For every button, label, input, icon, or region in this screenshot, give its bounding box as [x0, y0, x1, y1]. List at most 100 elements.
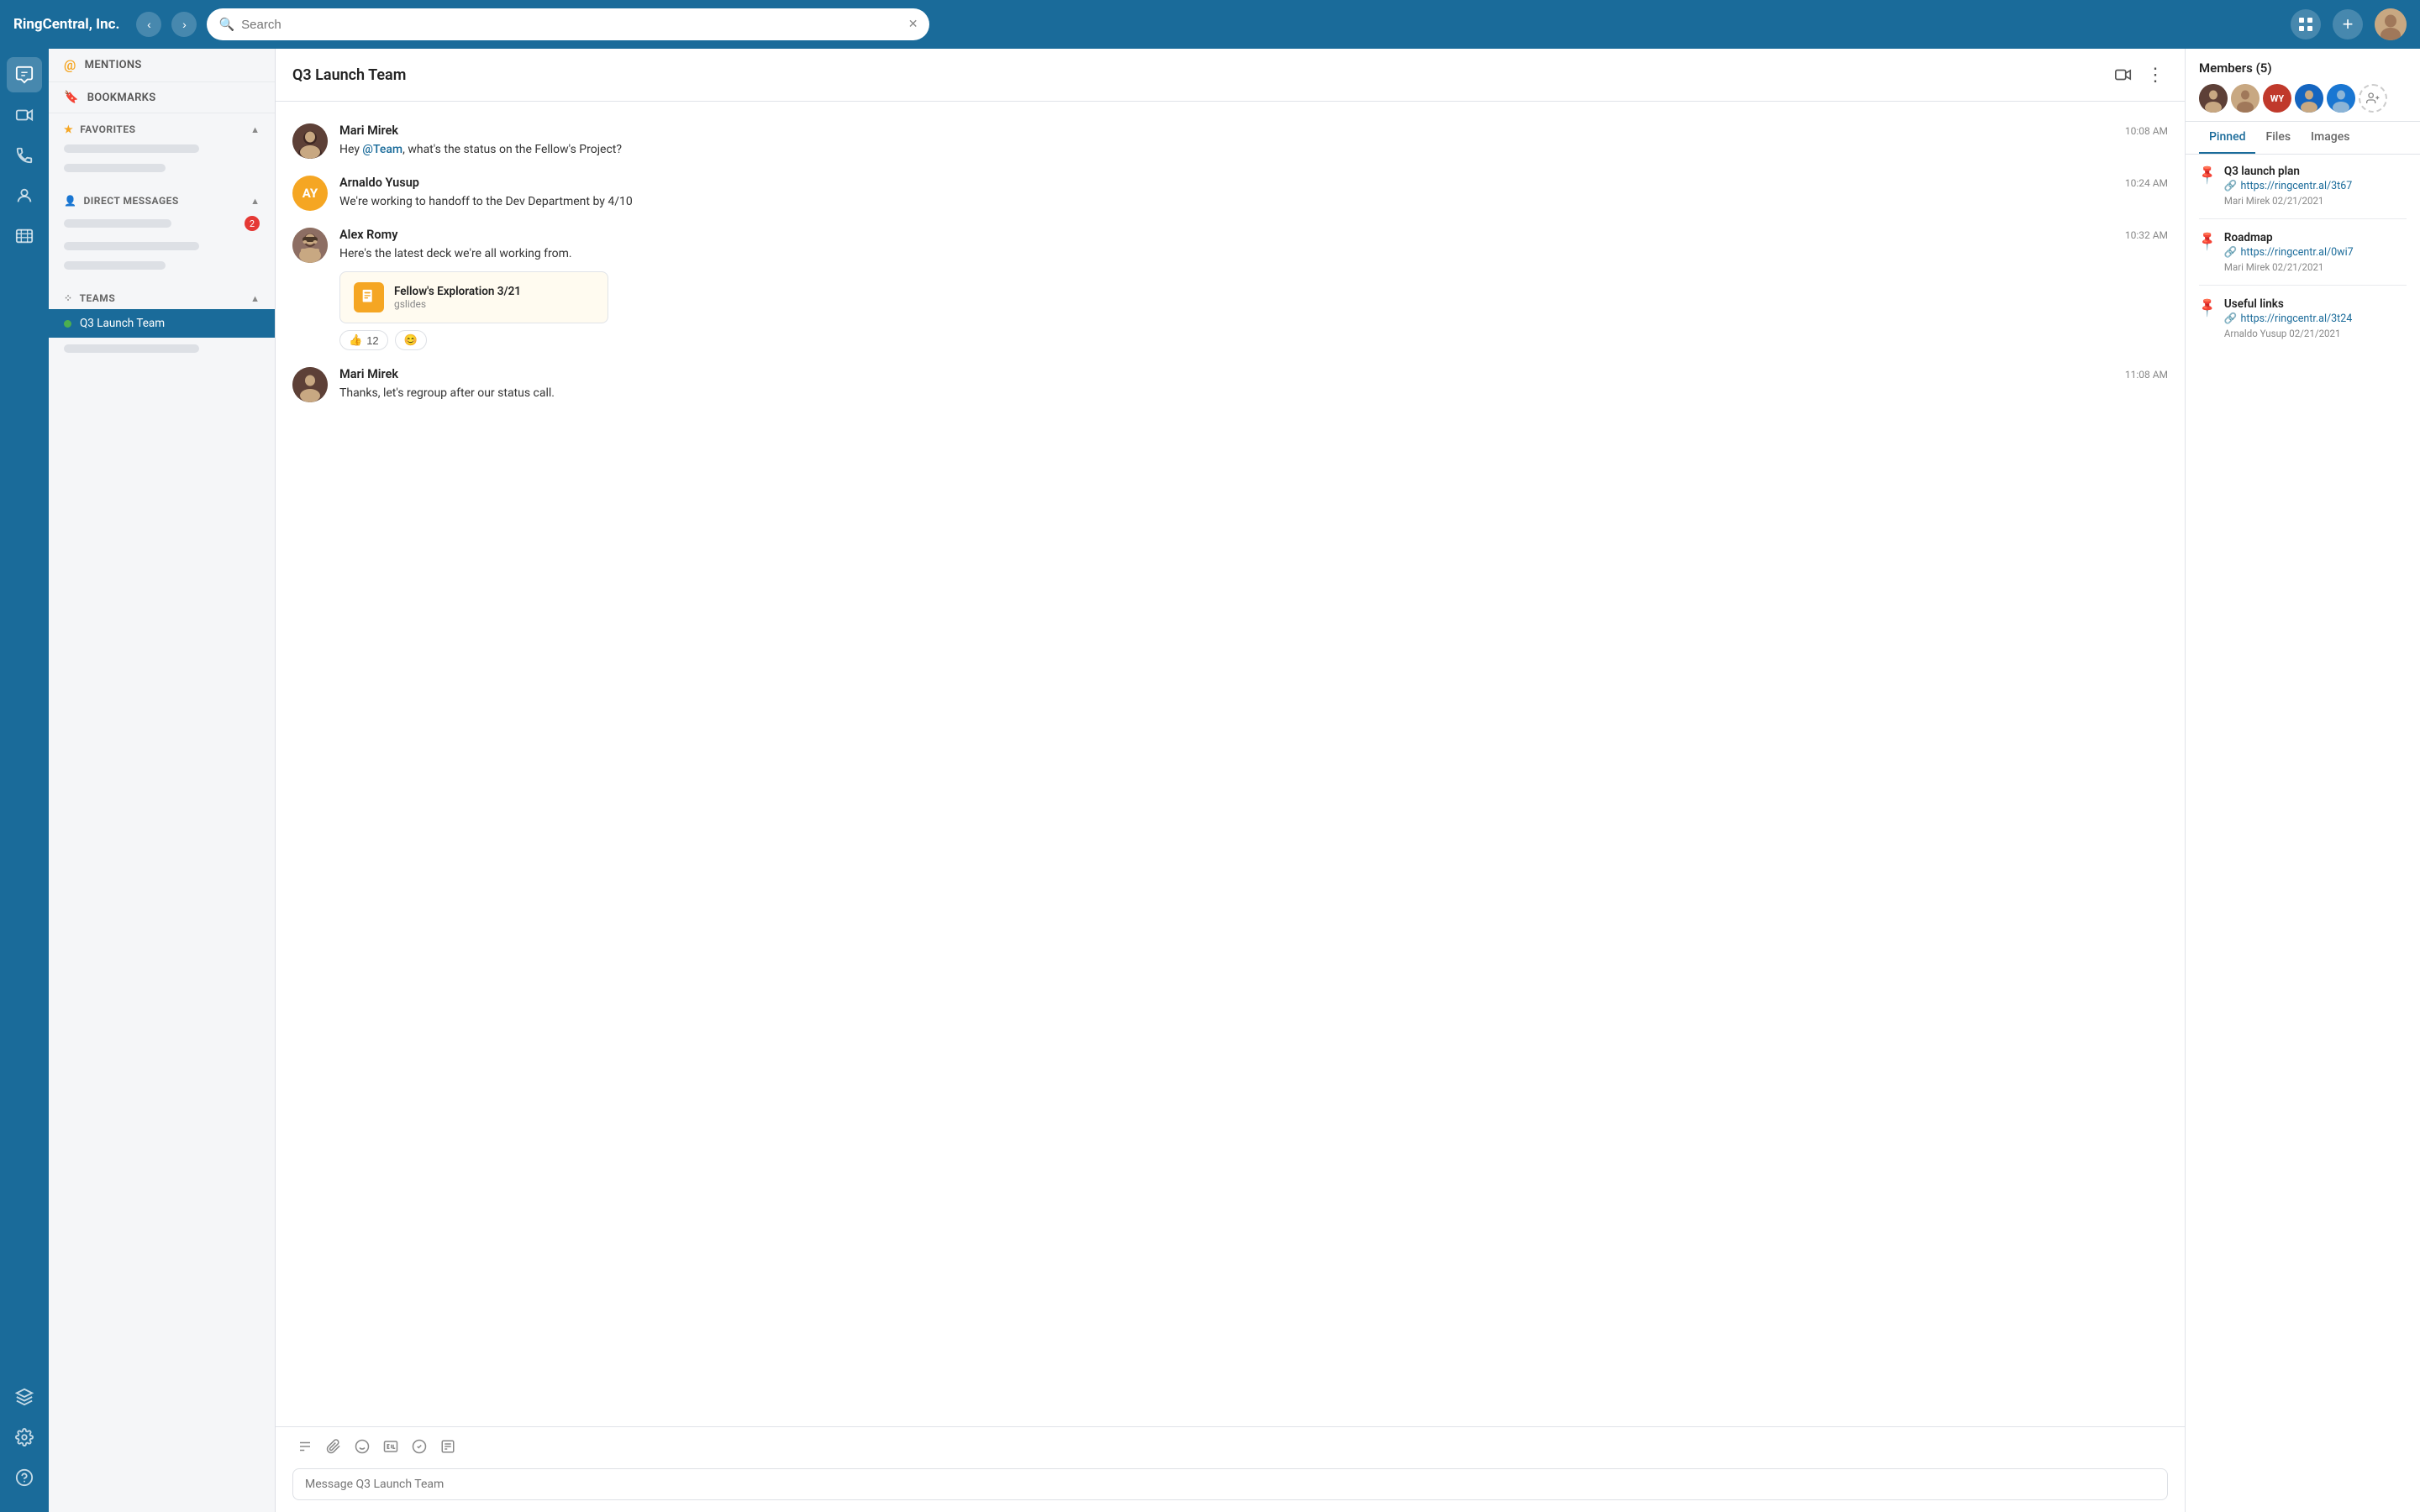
mention-team: @Team — [362, 143, 402, 156]
chat-header: Q3 Launch Team ⋮ — [276, 49, 2185, 102]
chat-header-actions: ⋮ — [2111, 60, 2168, 89]
message-time-1: 10:08 AM — [2125, 125, 2168, 137]
pinned-item-link-1[interactable]: 🔗 https://ringcentr.al/3t67 — [2224, 180, 2352, 192]
dm-section-header[interactable]: 👤 DIRECT MESSAGES ▲ — [49, 185, 275, 212]
pinned-item-3: 📌 Useful links 🔗 https://ringcentr.al/3t… — [2199, 297, 2407, 339]
attachment-type: gslides — [394, 298, 521, 310]
attachment-card[interactable]: Fellow's Exploration 3/21 gslides — [339, 271, 608, 323]
member-avatar-3[interactable]: WY — [2263, 84, 2291, 113]
message-content-4: Mari Mirek 11:08 AM Thanks, let's regrou… — [339, 367, 2168, 402]
message-time-4: 11:08 AM — [2125, 369, 2168, 381]
pinned-item-link-3[interactable]: 🔗 https://ringcentr.al/3t24 — [2224, 312, 2352, 325]
chat-input-area — [276, 1426, 2185, 1512]
forward-button[interactable]: › — [171, 12, 197, 37]
app-logo: RingCentral, Inc. — [13, 16, 119, 33]
video-call-button[interactable] — [2111, 62, 2136, 87]
dm-item-1[interactable]: 2 — [49, 212, 275, 235]
message-group-2: AY Arnaldo Yusup 10:24 AM We're working … — [292, 167, 2168, 219]
icon-bar-chat[interactable] — [7, 57, 42, 92]
pinned-item-link-2[interactable]: 🔗 https://ringcentr.al/0wi7 — [2224, 246, 2354, 259]
dm-placeholder-1 — [64, 219, 171, 228]
teams-title: ⁘ TEAMS — [64, 292, 115, 304]
message-header-3: Alex Romy 10:32 AM — [339, 228, 2168, 242]
pinned-divider-2 — [2199, 285, 2407, 286]
dm-badge: 2 — [245, 216, 260, 231]
clear-search-icon[interactable]: ✕ — [908, 18, 918, 31]
chat-input[interactable] — [292, 1468, 2168, 1500]
pinned-item-body-3: Useful links 🔗 https://ringcentr.al/3t24… — [2224, 297, 2352, 339]
gif-button[interactable] — [378, 1436, 403, 1462]
emoji-reaction[interactable]: 😊 — [395, 330, 427, 350]
icon-bar-inbox[interactable] — [7, 218, 42, 254]
icon-bar-video[interactable] — [7, 97, 42, 133]
icon-bar-phone[interactable] — [7, 138, 42, 173]
more-options-button[interactable]: ⋮ — [2143, 60, 2168, 89]
attach-file-button[interactable] — [321, 1436, 346, 1462]
icon-bar-apps[interactable] — [7, 1379, 42, 1415]
thumbs-up-reaction[interactable]: 👍 12 — [339, 330, 388, 350]
snippet-button[interactable] — [435, 1436, 460, 1462]
message-group-3: Alex Romy 10:32 AM Here's the latest dec… — [292, 219, 2168, 359]
avatar-mari-1 — [292, 123, 328, 159]
pinned-item-meta-3: Arnaldo Yusup 02/21/2021 — [2224, 328, 2352, 339]
pinned-item-title-2: Roadmap — [2224, 231, 2354, 244]
message-author-3: Alex Romy — [339, 228, 397, 242]
task-button[interactable] — [407, 1436, 432, 1462]
attachment-name: Fellow's Exploration 3/21 — [394, 285, 521, 298]
search-icon: 🔍 — [218, 17, 234, 32]
members-avatars: WY — [2199, 84, 2407, 113]
emoji-button[interactable] — [350, 1436, 375, 1462]
pin-icon-2: 📌 — [2196, 229, 2219, 253]
main-layout: @ MENTIONS 🔖 BOOKMARKS ★ FAVORITES ▲ 👤 D… — [0, 49, 2420, 1512]
right-panel: Members (5) — [2185, 49, 2420, 1512]
dm-title: 👤 DIRECT MESSAGES — [64, 195, 179, 207]
sidebar-item-q3-launch-team[interactable]: Q3 Launch Team — [49, 309, 275, 338]
member-avatar-4[interactable] — [2295, 84, 2323, 113]
back-button[interactable]: ‹ — [136, 12, 161, 37]
icon-bar-help[interactable] — [7, 1460, 42, 1495]
message-author-4: Mari Mirek — [339, 367, 398, 381]
pinned-item-body-1: Q3 launch plan 🔗 https://ringcentr.al/3t… — [2224, 165, 2352, 207]
icon-bar-contacts[interactable] — [7, 178, 42, 213]
avatar-alex — [292, 228, 328, 263]
avatar-mari-2 — [292, 367, 328, 402]
tab-files[interactable]: Files — [2255, 122, 2301, 154]
right-panel-content: 📌 Q3 launch plan 🔗 https://ringcentr.al/… — [2186, 155, 2420, 1512]
pinned-item-meta-1: Mari Mirek 02/21/2021 — [2224, 195, 2352, 207]
message-header-2: Arnaldo Yusup 10:24 AM — [339, 176, 2168, 190]
pinned-item-1: 📌 Q3 launch plan 🔗 https://ringcentr.al/… — [2199, 165, 2407, 207]
member-avatar-2[interactable] — [2231, 84, 2260, 113]
sidebar-item-bookmarks[interactable]: 🔖 BOOKMARKS — [49, 82, 275, 113]
tab-images[interactable]: Images — [2301, 122, 2360, 154]
message-content-1: Mari Mirek 10:08 AM Hey @Team, what's th… — [339, 123, 2168, 159]
search-input[interactable] — [241, 18, 902, 32]
favorites-chevron: ▲ — [250, 124, 260, 135]
pinned-divider-1 — [2199, 218, 2407, 219]
tab-pinned[interactable]: Pinned — [2199, 122, 2255, 154]
member-avatar-5[interactable] — [2327, 84, 2355, 113]
user-avatar[interactable] — [2375, 8, 2407, 40]
dm-chevron: ▲ — [250, 196, 260, 207]
favorites-section-header[interactable]: ★ FAVORITES ▲ — [49, 113, 275, 140]
teams-icon: ⁘ — [64, 292, 73, 304]
sidebar-item-mentions[interactable]: @ MENTIONS — [49, 49, 275, 82]
pin-icon-1: 📌 — [2196, 163, 2219, 186]
message-author-1: Mari Mirek — [339, 123, 398, 138]
member-avatar-1[interactable] — [2199, 84, 2228, 113]
chat-area: Q3 Launch Team ⋮ — [276, 49, 2185, 1512]
favorites-title: ★ FAVORITES — [64, 123, 136, 135]
dm-placeholder-2 — [64, 242, 199, 250]
teams-placeholder-1 — [64, 344, 199, 353]
teams-section-header[interactable]: ⁘ TEAMS ▲ — [49, 282, 275, 309]
message-time-3: 10:32 AM — [2125, 229, 2168, 241]
mentions-label: MENTIONS — [85, 59, 142, 71]
icon-bar-settings[interactable] — [7, 1420, 42, 1455]
message-text-3: Here's the latest deck we're all working… — [339, 245, 2168, 263]
add-member-button[interactable] — [2359, 84, 2387, 113]
apps-grid-button[interactable] — [2291, 9, 2321, 39]
add-button[interactable]: + — [2333, 9, 2363, 39]
format-text-button[interactable] — [292, 1436, 318, 1462]
teams-chevron: ▲ — [250, 293, 260, 304]
message-text-4: Thanks, let's regroup after our status c… — [339, 385, 2168, 402]
message-content-3: Alex Romy 10:32 AM Here's the latest dec… — [339, 228, 2168, 350]
